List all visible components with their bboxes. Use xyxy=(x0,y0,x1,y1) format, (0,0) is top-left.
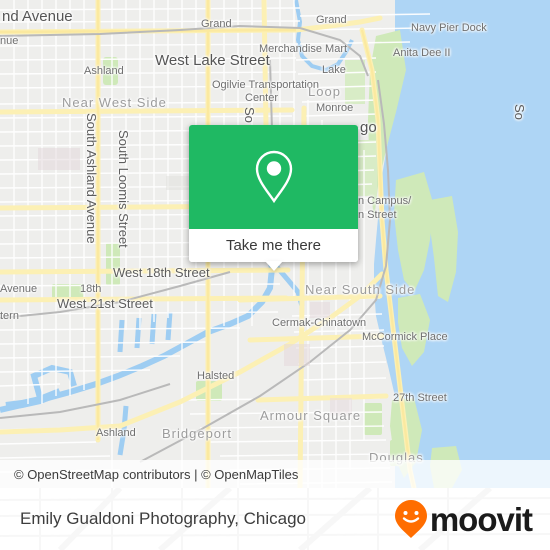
page-footer: Emily Gualdoni Photography, Chicago moov… xyxy=(0,488,550,550)
moovit-pin-icon xyxy=(394,500,427,538)
location-popup-card[interactable]: Take me there xyxy=(189,125,358,271)
location-title: Emily Gualdoni Photography, Chicago xyxy=(20,509,307,528)
moovit-logo[interactable]: moovit xyxy=(394,499,550,539)
moovit-map-page: nd Avenue nue Grand Grand Merchandise Mart Na… xyxy=(0,0,550,550)
map-pin-icon xyxy=(255,150,292,204)
moovit-wordmark: moovit xyxy=(429,500,533,538)
popup-image-area xyxy=(189,125,358,229)
map-attribution: © OpenStreetMap contributors | © OpenMap… xyxy=(0,460,550,488)
take-me-there-button[interactable]: Take me there xyxy=(189,229,358,262)
popup-pointer xyxy=(264,261,283,271)
attribution-text: © OpenStreetMap contributors | © OpenMap… xyxy=(14,466,299,482)
